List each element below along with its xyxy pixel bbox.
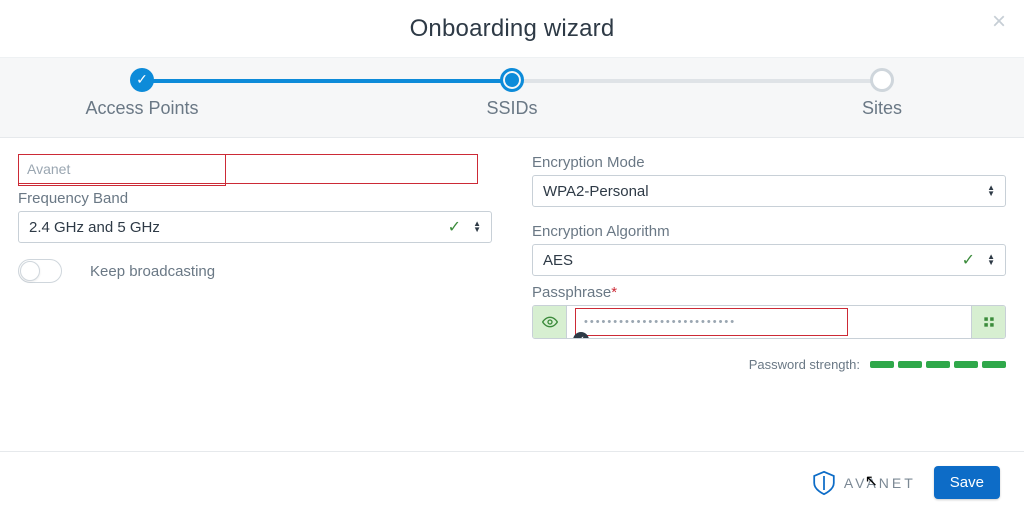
step-label: Sites (792, 98, 972, 119)
select-value: WPA2-Personal (543, 183, 649, 200)
ssid-input[interactable] (18, 154, 478, 184)
frequency-band-label: Frequency Band (18, 190, 492, 207)
wizard-header: Onboarding wizard × (0, 0, 1024, 58)
chevron-updown-icon: ▲▼ (473, 221, 481, 233)
strength-label: Password strength: (749, 357, 860, 372)
frequency-band-select[interactable]: 2.4 GHz and 5 GHz ✓ ▲▼ (18, 211, 492, 243)
passphrase-input[interactable]: •••••••••••••••••••••••••• ✓ (567, 306, 971, 338)
password-strength: Password strength: (532, 357, 1006, 372)
step-access-points[interactable]: ✓ Access Points (52, 68, 232, 119)
footer: AVANET Save ↖ (0, 451, 1024, 513)
encryption-algo-select[interactable]: AES ✓ ▲▼ (532, 244, 1006, 276)
broadcast-label: Keep broadcasting (90, 263, 215, 280)
passphrase-dots: •••••••••••••••••••••••••• (584, 316, 736, 328)
dot-current-icon (500, 68, 524, 92)
encryption-algo-label: Encryption Algorithm (532, 223, 1006, 240)
chevron-updown-icon: ▲▼ (987, 185, 995, 197)
step-ssids[interactable]: SSIDs (422, 68, 602, 119)
dot-todo-icon (870, 68, 894, 92)
shield-icon (810, 469, 838, 497)
check-icon: ✓ (448, 217, 461, 237)
page-title: Onboarding wizard (410, 15, 615, 43)
generate-icon[interactable] (971, 306, 1005, 338)
form-content: Frequency Band 2.4 GHz and 5 GHz ✓ ▲▼ Ke… (0, 138, 1024, 380)
passphrase-row: •••••••••••••••••••••••••• ✓ (532, 305, 1006, 339)
strength-bars (870, 361, 1006, 368)
eye-icon[interactable] (533, 306, 567, 338)
broadcast-toggle[interactable] (18, 259, 62, 283)
check-icon: ✓ (130, 68, 154, 92)
encryption-mode-select[interactable]: WPA2-Personal ▲▼ (532, 175, 1006, 207)
select-value: 2.4 GHz and 5 GHz (29, 219, 160, 236)
stepper: ✓ Access Points SSIDs Sites (0, 58, 1024, 138)
brand-text: AVANET (844, 475, 916, 491)
step-label: Access Points (52, 98, 232, 119)
close-icon[interactable]: × (992, 8, 1006, 36)
step-label: SSIDs (422, 98, 602, 119)
passphrase-label: Passphrase* (532, 284, 1006, 301)
right-column: Encryption Mode WPA2-Personal ▲▼ Encrypt… (532, 154, 1006, 372)
left-column: Frequency Band 2.4 GHz and 5 GHz ✓ ▲▼ Ke… (18, 154, 492, 372)
encryption-mode-label: Encryption Mode (532, 154, 1006, 171)
toggle-knob (20, 261, 40, 281)
chevron-updown-icon: ▲▼ (987, 254, 995, 266)
brand-logo: AVANET (810, 469, 916, 497)
select-value: AES (543, 252, 573, 269)
save-button[interactable]: Save (934, 466, 1000, 499)
check-icon: ✓ (962, 250, 975, 270)
step-sites[interactable]: Sites (792, 68, 972, 119)
